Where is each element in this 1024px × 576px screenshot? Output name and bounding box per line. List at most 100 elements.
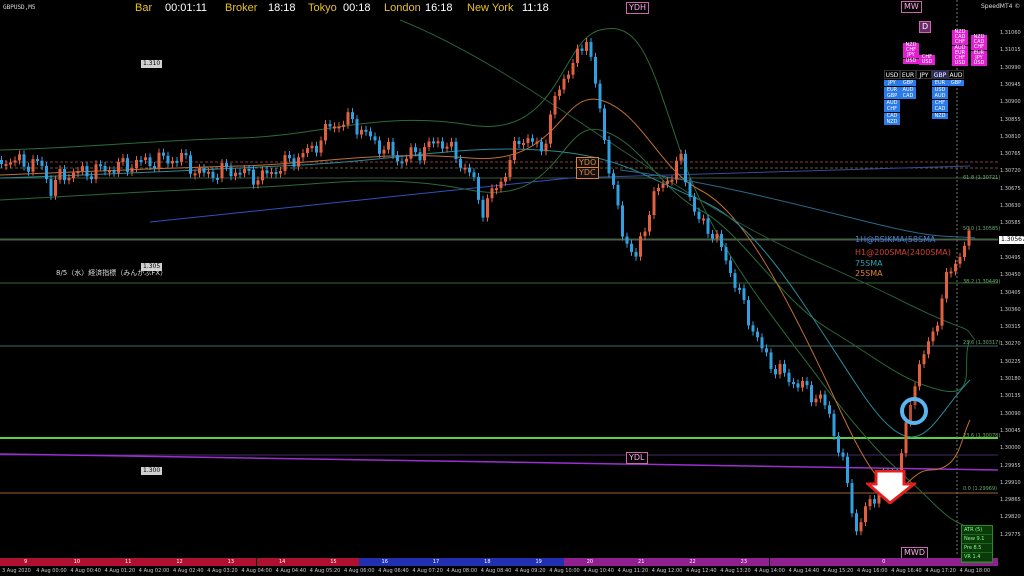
candle-body	[630, 243, 633, 252]
candle-body	[265, 170, 269, 174]
price-axis-tick: 1.30135	[1000, 393, 1021, 400]
candle-body	[774, 369, 777, 375]
candle-body	[724, 247, 728, 261]
candle-body	[0, 160, 3, 164]
session-hour-segment: 19	[513, 558, 565, 566]
candle-body	[783, 363, 786, 373]
candle-body	[45, 165, 48, 180]
candle-body	[756, 331, 759, 338]
candle-body	[526, 138, 530, 143]
candle-body	[729, 260, 732, 274]
candle-body	[639, 236, 642, 257]
ydc-tag: YDC	[576, 167, 599, 179]
candle-body	[351, 112, 354, 120]
price-axis-tick: 1.30000	[1000, 445, 1021, 452]
session-hour-segment: 20	[564, 558, 616, 566]
candle-body	[468, 167, 471, 173]
price-axis-tick: 1.30630	[1000, 203, 1021, 209]
candle-body	[234, 172, 237, 177]
candle-body	[936, 325, 939, 332]
candle-body	[927, 341, 930, 355]
london-value: 16:18	[425, 2, 453, 14]
strength-cell: AUD	[884, 99, 900, 106]
time-axis-tick: 4 Aug 17:20	[925, 568, 956, 574]
candle-body	[180, 153, 183, 162]
session-hour-segment: 14	[256, 558, 308, 566]
price-box-1300: 1.300	[141, 467, 163, 475]
strength-cell: EUR	[932, 80, 948, 86]
candle-body	[513, 141, 516, 161]
candle-body	[18, 154, 21, 161]
price-axis-tick: 1.30990	[1000, 64, 1021, 71]
candle-body	[148, 157, 152, 167]
candle-body	[67, 178, 71, 181]
price-axis-tick: 1.30225	[1000, 358, 1021, 365]
ydl-tag: YDL	[626, 452, 648, 464]
bar-label: Bar	[135, 2, 153, 14]
time-axis-tick: 4 Aug 13:20	[720, 568, 751, 574]
price-axis-tick: 1.30810	[1000, 133, 1021, 140]
candle-body	[333, 126, 336, 129]
candle-body	[567, 74, 570, 79]
tokyo-label: Tokyo	[308, 2, 337, 14]
candle-body	[576, 48, 579, 63]
symbol-label: GBPUSD,M5	[3, 4, 36, 11]
candle-body	[472, 172, 476, 178]
price-axis-tick: 1.31015	[1000, 47, 1021, 54]
session-hour-segment: 11	[102, 558, 154, 566]
candle-body	[216, 177, 219, 180]
candle-body	[27, 166, 30, 172]
candle-body	[306, 148, 309, 154]
candle-body	[490, 188, 494, 199]
strength-cell: GBP	[948, 80, 964, 86]
price-axis-tick: 1.30900	[1000, 99, 1021, 106]
candle-body	[441, 141, 444, 149]
legend-rsi: 1H@RSIKMA(58SMA	[855, 235, 936, 244]
candle-body	[373, 136, 377, 141]
candle-body	[837, 436, 840, 453]
entry-circle-marker	[900, 397, 928, 425]
price-axis-tick: 1.30270	[1000, 341, 1021, 348]
candle-body	[364, 129, 368, 132]
candle-body	[477, 177, 480, 200]
candle-body	[13, 160, 17, 163]
candle-body	[796, 383, 800, 388]
candle-body	[675, 160, 678, 180]
time-axis-tick: 4 Aug 14:40	[788, 568, 820, 574]
strength-top-cell: USD	[903, 58, 919, 64]
candle-body	[369, 131, 372, 137]
candle-body	[697, 211, 701, 220]
fibo-level-label: 23.6 (1.30317)	[963, 340, 1001, 346]
price-axis-tick: 1.30450	[1000, 272, 1021, 279]
candle-body	[193, 173, 197, 176]
candle-body	[666, 181, 669, 184]
candle-body	[945, 271, 948, 299]
candle-body	[679, 153, 683, 161]
speedmt-label: SpeedMT4 ©	[981, 3, 1021, 10]
time-axis-tick: 4 Aug 01:20	[104, 568, 136, 574]
session-hour-segment: 9	[0, 558, 52, 566]
candle-body	[108, 170, 111, 173]
candle-body	[589, 42, 593, 57]
candle-body	[427, 141, 431, 148]
candle-body	[396, 155, 399, 162]
candle-body	[549, 114, 552, 144]
candle-body	[486, 198, 489, 218]
session-hour-segment: 16	[359, 558, 411, 566]
candle-body	[243, 168, 246, 174]
candle-body	[76, 171, 80, 174]
time-axis-tick: 4 Aug 04:40	[275, 568, 307, 574]
candle-body	[121, 158, 125, 162]
strength-cell: AUD	[932, 93, 948, 99]
session-hour-segment: 15	[307, 558, 360, 566]
newyork-label: New York	[467, 2, 514, 14]
strength-cell: NZD	[932, 112, 948, 119]
candle-body	[450, 141, 453, 147]
session-hour-segment: 23	[718, 558, 770, 566]
candle-body	[463, 167, 467, 170]
strength-header: JPY	[916, 70, 932, 79]
time-axis-tick: 4 Aug 00:00	[36, 568, 67, 574]
candle-body	[738, 287, 741, 290]
candle-body	[621, 205, 624, 237]
candle-body	[904, 422, 908, 454]
